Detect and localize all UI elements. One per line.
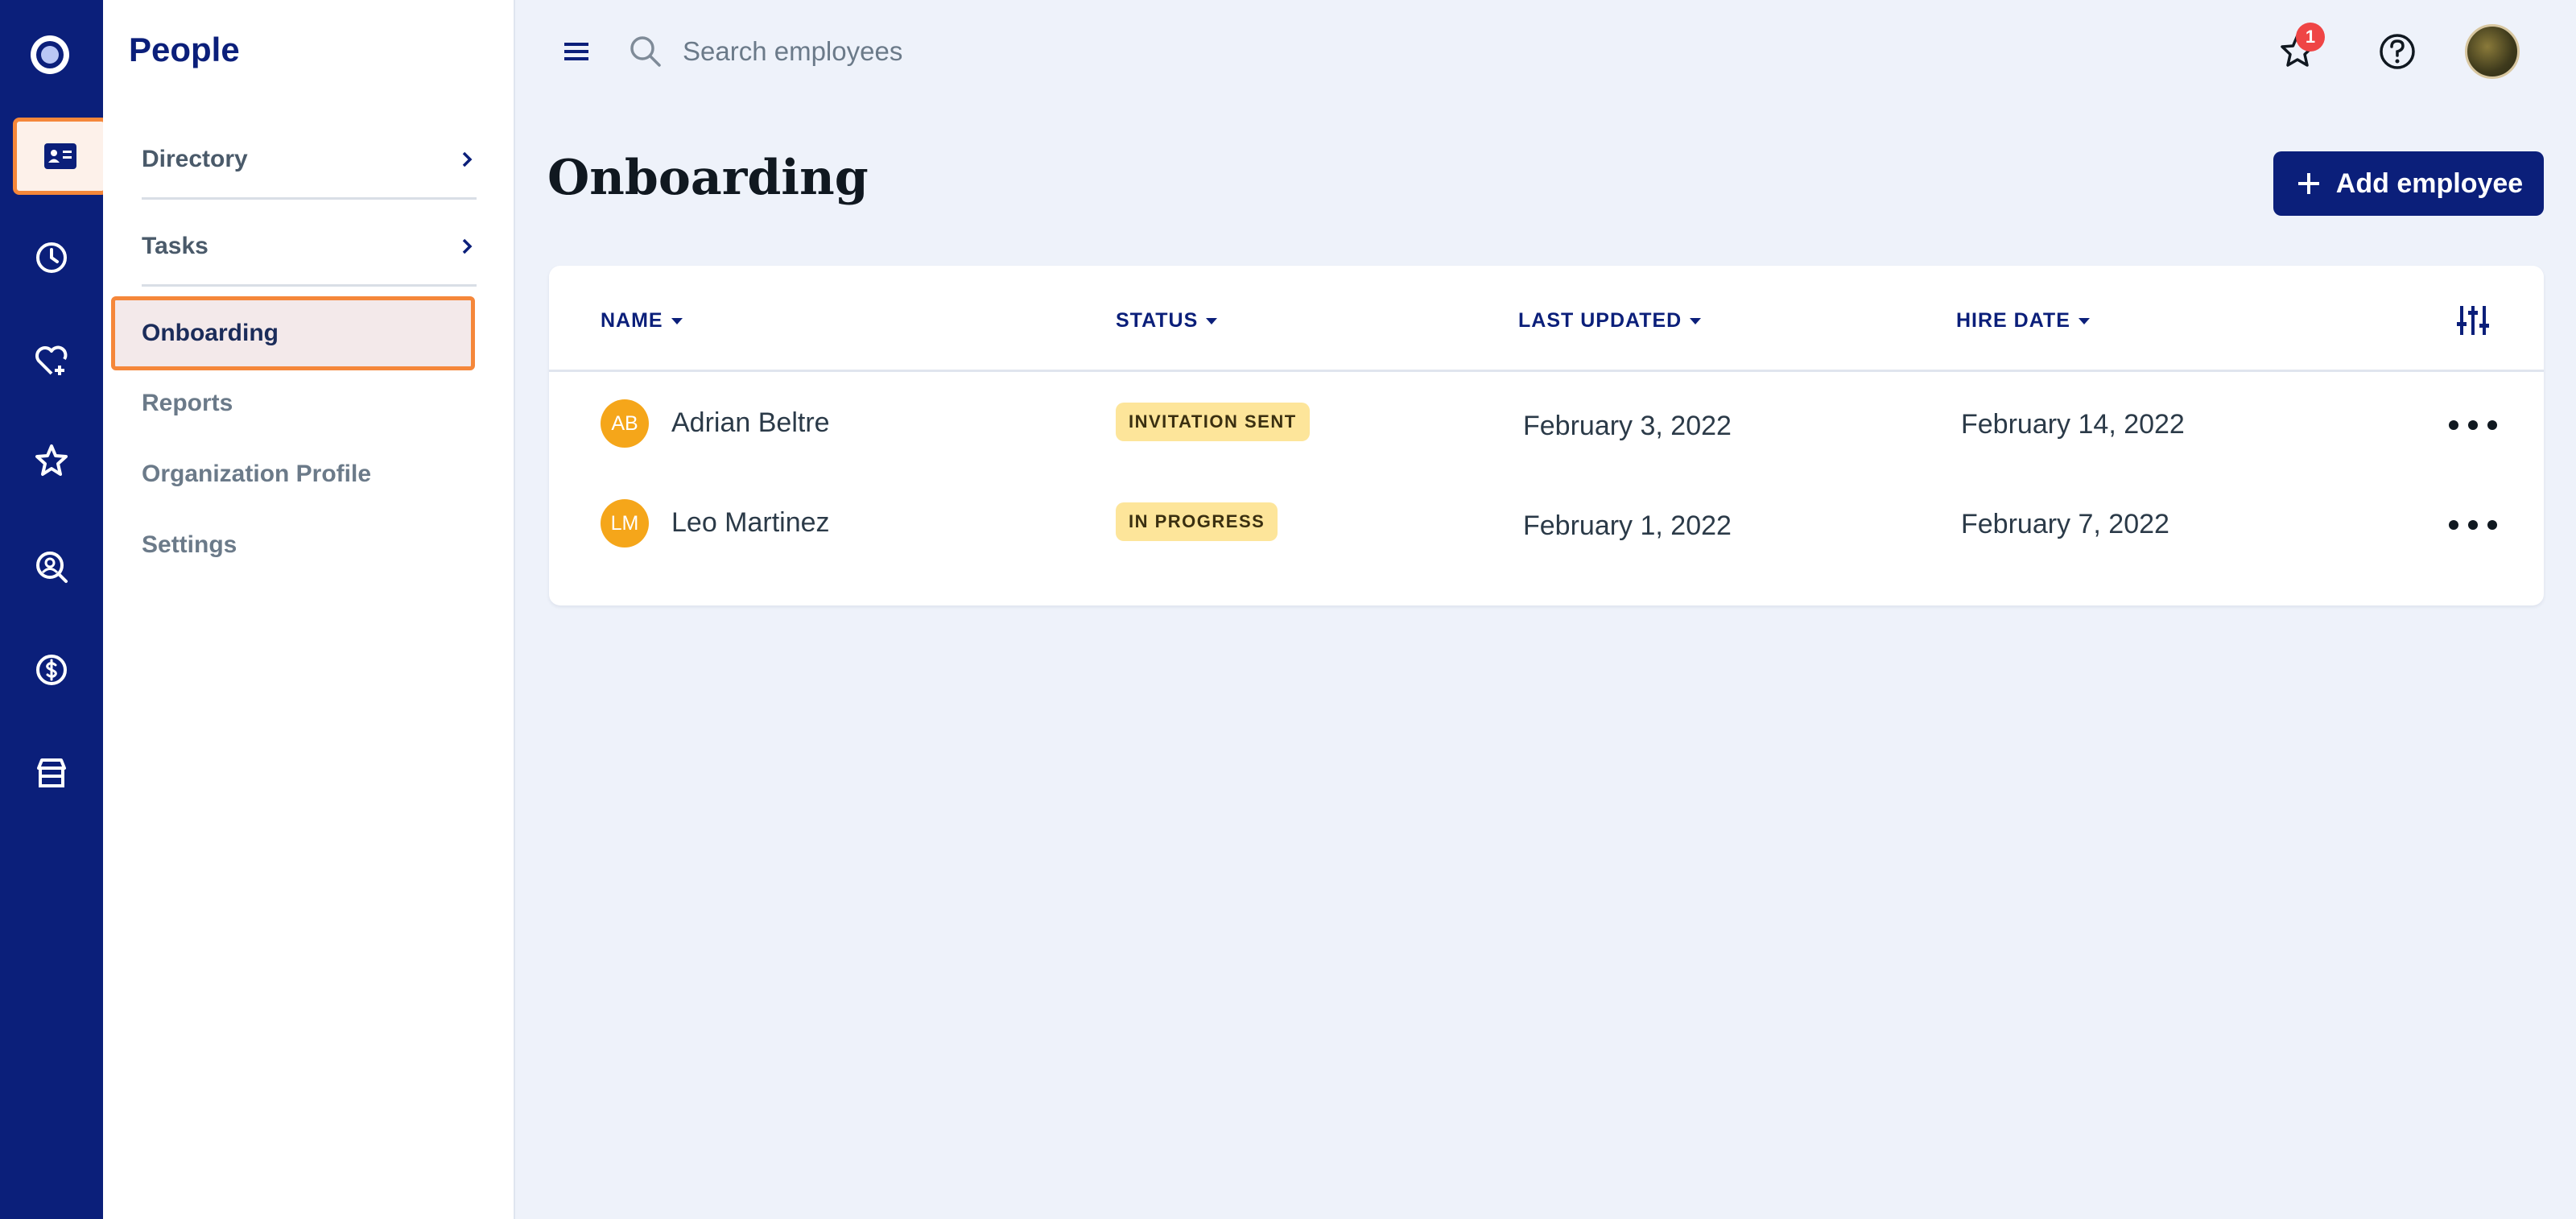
sort-caret-icon	[1206, 317, 1218, 324]
clock-icon	[36, 242, 67, 273]
chevron-right-icon	[462, 151, 473, 167]
sidebar-item-organization-profile[interactable]: Organization Profile	[142, 461, 371, 488]
sort-caret-icon	[1690, 317, 1702, 324]
heart-plus-icon	[35, 345, 68, 375]
status-badge: INVITATION SENT	[1116, 403, 1310, 441]
employee-avatar: AB	[601, 399, 649, 448]
table-header: NAME STATUS LAST UPDATED HIRE DATE	[549, 266, 2544, 372]
hire-date: February 14, 2022	[1961, 409, 2185, 440]
page-title: Onboarding	[547, 150, 869, 206]
sidebar-item-tasks[interactable]: Tasks	[142, 208, 477, 287]
storefront-icon	[37, 758, 66, 787]
row-actions-icon[interactable]	[2449, 517, 2497, 533]
column-label: LAST UPDATED	[1518, 309, 1682, 332]
person-search-icon	[36, 552, 68, 583]
chevron-right-icon	[462, 238, 473, 254]
star-icon	[35, 444, 68, 476]
sidebar-item-directory[interactable]: Directory	[142, 121, 477, 200]
rail-people-button[interactable]	[13, 118, 108, 195]
column-label: STATUS	[1116, 309, 1199, 332]
user-avatar[interactable]	[2465, 24, 2520, 79]
app-logo-icon[interactable]	[27, 32, 72, 77]
sidebar-title: People	[129, 31, 240, 68]
id-card-icon	[44, 143, 76, 169]
onboarding-table: NAME STATUS LAST UPDATED HIRE DATE AB Ad…	[549, 266, 2544, 605]
employee-avatar: LM	[601, 499, 649, 548]
rail-store-button[interactable]	[13, 734, 90, 812]
search-input[interactable]	[683, 29, 1327, 74]
menu-icon[interactable]	[560, 35, 592, 68]
table-row[interactable]: LM Leo Martinez IN PROGRESS February 1, …	[549, 475, 2544, 575]
hire-date: February 7, 2022	[1961, 509, 2169, 539]
sidebar-item-settings[interactable]: Settings	[142, 531, 237, 559]
column-header-name[interactable]: NAME	[601, 309, 683, 333]
status-badge: IN PROGRESS	[1116, 502, 1278, 541]
sidebar-item-onboarding[interactable]: Onboarding	[111, 296, 475, 370]
rail-recruiting-button[interactable]	[13, 528, 90, 605]
notification-badge: 1	[2296, 23, 2325, 52]
column-label: HIRE DATE	[1956, 309, 2070, 332]
rail-performance-button[interactable]	[13, 422, 90, 499]
search-icon	[630, 36, 661, 67]
help-icon[interactable]	[2375, 29, 2420, 74]
table-row[interactable]: AB Adrian Beltre INVITATION SENT Februar…	[549, 375, 2544, 475]
rail-payroll-button[interactable]	[13, 631, 90, 709]
employee-name[interactable]: Adrian Beltre	[671, 407, 830, 439]
sidebar-item-reports[interactable]: Reports	[142, 390, 233, 417]
rail-time-button[interactable]	[13, 219, 90, 296]
sort-caret-icon	[671, 317, 683, 324]
last-updated-date: February 1, 2022	[1523, 510, 1732, 541]
people-sidebar: People Directory Tasks Onboarding Report…	[103, 0, 515, 1219]
column-label: NAME	[601, 309, 663, 332]
add-employee-label: Add employee	[2335, 167, 2524, 199]
last-updated-date: February 3, 2022	[1523, 411, 1732, 441]
row-actions-icon[interactable]	[2449, 417, 2497, 433]
add-employee-button[interactable]: Add employee	[2273, 151, 2544, 216]
rail-benefits-button[interactable]	[13, 322, 90, 399]
plus-icon	[2297, 173, 2319, 194]
column-header-last-updated[interactable]: LAST UPDATED	[1518, 309, 1702, 333]
dollar-icon	[36, 655, 67, 685]
sidebar-item-label: Onboarding	[142, 320, 279, 346]
app-rail	[0, 0, 108, 1219]
employee-name[interactable]: Leo Martinez	[671, 507, 830, 539]
column-settings-icon[interactable]	[2454, 301, 2492, 340]
column-header-status[interactable]: STATUS	[1116, 309, 1218, 333]
sort-caret-icon	[2078, 317, 2090, 324]
sidebar-item-label: Directory	[142, 145, 248, 172]
column-header-hire-date[interactable]: HIRE DATE	[1956, 309, 2090, 333]
sidebar-item-label: Tasks	[142, 232, 208, 259]
